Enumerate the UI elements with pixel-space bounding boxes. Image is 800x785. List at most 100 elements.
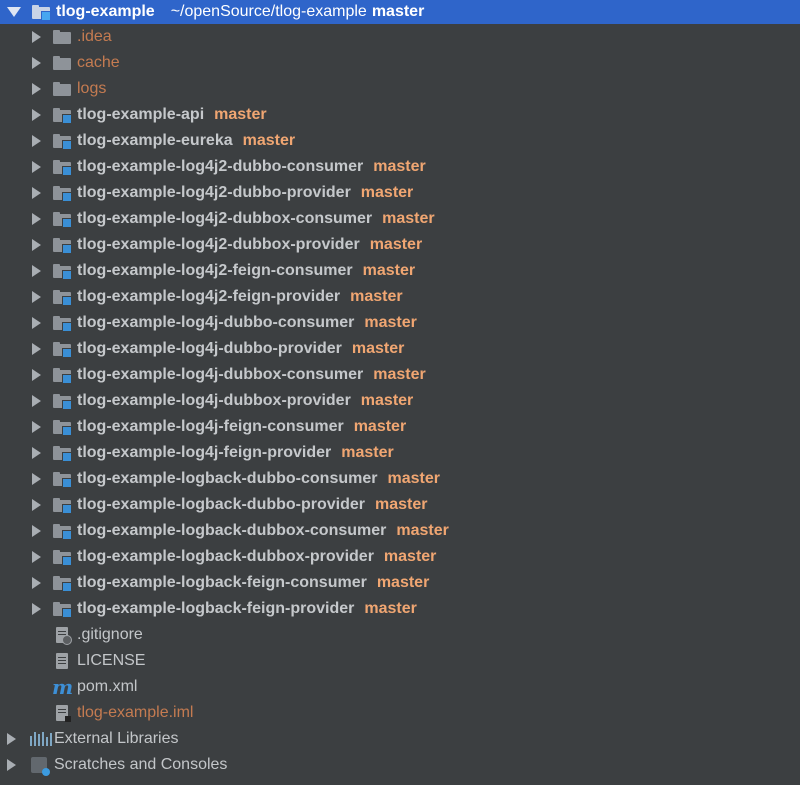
module-folder-icon [53,102,72,128]
file-name: LICENSE [77,652,146,669]
root-branch: master [371,3,425,20]
chevron-right-icon[interactable] [32,317,41,329]
branch-label: master [353,418,407,435]
tree-root-row[interactable]: tlog-example ~/openSource/tlog-example m… [0,0,800,24]
chevron-right-icon[interactable] [32,603,41,615]
chevron-right-icon[interactable] [7,759,16,771]
tree-module-row[interactable]: tlog-example-log4j2-feign-consumer master [0,258,800,284]
chevron-right-icon[interactable] [32,499,41,511]
branch-label: master [373,366,426,383]
branch-label: master [396,522,449,539]
tree-module-row[interactable]: tlog-example-log4j2-feign-provider master [0,284,800,310]
branch-label: master [364,600,417,617]
tree-folder-cache[interactable]: cache [0,50,800,76]
module-name: tlog-example-log4j2-feign-consumer [77,262,353,279]
tree-file-license[interactable]: LICENSE [0,648,800,674]
chevron-right-icon[interactable] [32,239,41,251]
chevron-right-icon[interactable] [32,421,41,433]
tree-file-iml[interactable]: tlog-example.iml [0,700,800,726]
tree-module-row[interactable]: tlog-example-eureka master [0,128,800,154]
chevron-right-icon[interactable] [32,213,41,225]
tree-module-row[interactable]: tlog-example-log4j-dubbo-provider master [0,336,800,362]
chevron-right-icon[interactable] [7,733,16,745]
tree-module-row[interactable]: tlog-example-log4j2-dubbo-provider master [0,180,800,206]
iml-file-icon [56,700,71,726]
tree-module-row[interactable]: tlog-example-logback-dubbo-consumer maste… [0,466,800,492]
chevron-right-icon[interactable] [32,291,41,303]
chevron-right-icon[interactable] [32,57,41,69]
chevron-right-icon[interactable] [32,395,41,407]
tree-module-row[interactable]: tlog-example-log4j2-dubbox-provider maste… [0,232,800,258]
tree-module-row[interactable]: tlog-example-logback-feign-consumer maste… [0,570,800,596]
chevron-right-icon[interactable] [32,577,41,589]
tree-module-row[interactable]: tlog-example-log4j-dubbox-provider master [0,388,800,414]
module-folder-icon [53,570,72,596]
module-name: tlog-example-log4j-dubbox-provider [77,392,351,409]
tree-module-row[interactable]: tlog-example-log4j2-dubbox-consumer maste… [0,206,800,232]
tree-module-row[interactable]: tlog-example-log4j-feign-provider master [0,440,800,466]
module-name: tlog-example-logback-dubbo-provider [77,496,366,513]
module-name: tlog-example-api [77,106,205,123]
file-name: .gitignore [77,626,143,643]
tree-folder-logs[interactable]: logs [0,76,800,102]
branch-label: master [351,340,405,357]
tree-file-pom[interactable]: m pom.xml [0,674,800,700]
module-name: tlog-example-log4j2-dubbox-consumer [77,210,373,227]
branch-label: master [242,132,296,149]
module-folder-icon [53,206,72,232]
module-folder-icon [53,310,72,336]
chevron-right-icon[interactable] [32,187,41,199]
tree-module-row[interactable]: tlog-example-log4j-dubbox-consumer master [0,362,800,388]
chevron-right-icon[interactable] [32,135,41,147]
chevron-right-icon[interactable] [32,473,41,485]
branch-label: master [375,496,428,513]
module-folder-icon [53,544,72,570]
chevron-right-icon[interactable] [32,447,41,459]
module-name: tlog-example-log4j2-dubbox-provider [77,236,360,253]
module-folder-icon [53,258,72,284]
tree-scratches-consoles[interactable]: Scratches and Consoles [0,752,800,778]
maven-icon: m [52,675,74,699]
chevron-right-icon[interactable] [32,83,41,95]
branch-label: master [364,314,417,331]
tree-module-row[interactable]: tlog-example-log4j-feign-consumer master [0,414,800,440]
tree-module-row[interactable]: tlog-example-logback-dubbox-provider mast… [0,544,800,570]
chevron-right-icon[interactable] [32,31,41,43]
node-name: Scratches and Consoles [54,756,228,773]
chevron-down-icon[interactable] [7,7,21,17]
tree-module-row[interactable]: tlog-example-logback-feign-provider maste… [0,596,800,622]
chevron-right-icon[interactable] [32,265,41,277]
module-name: tlog-example-log4j-dubbo-provider [77,340,342,357]
module-folder-icon [53,440,72,466]
tree-module-row[interactable]: tlog-example-log4j-dubbo-consumer master [0,310,800,336]
chevron-right-icon[interactable] [32,369,41,381]
tree-folder-idea[interactable]: .idea [0,24,800,50]
file-name: pom.xml [77,678,138,695]
tree-module-row[interactable]: tlog-example-logback-dubbox-consumer mast… [0,518,800,544]
module-name: tlog-example-log4j-feign-consumer [77,418,344,435]
tree-file-gitignore[interactable]: .gitignore [0,622,800,648]
chevron-right-icon[interactable] [32,551,41,563]
chevron-right-icon[interactable] [32,525,41,537]
tree-module-row[interactable]: tlog-example-logback-dubbo-provider maste… [0,492,800,518]
module-folder-icon [53,466,72,492]
tree-module-row[interactable]: tlog-example-log4j2-dubbo-consumer master [0,154,800,180]
tree-external-libraries[interactable]: External Libraries [0,726,800,752]
branch-label: master [214,106,267,123]
branch-label: master [382,210,435,227]
root-name: tlog-example [56,3,155,20]
module-name: tlog-example-logback-feign-provider [77,600,355,617]
chevron-right-icon[interactable] [32,343,41,355]
scratches-icon [31,752,50,778]
branch-label: master [369,236,423,253]
chevron-right-icon[interactable] [32,109,41,121]
folder-name: cache [77,54,120,71]
tree-module-row[interactable]: tlog-example-api master [0,102,800,128]
module-folder-icon [53,362,72,388]
folder-icon [53,76,71,102]
module-name: tlog-example-logback-dubbox-provider [77,548,374,565]
branch-label: master [376,574,430,591]
module-name: tlog-example-log4j-feign-provider [77,444,332,461]
module-name: tlog-example-log4j2-feign-provider [77,288,341,305]
chevron-right-icon[interactable] [32,161,41,173]
